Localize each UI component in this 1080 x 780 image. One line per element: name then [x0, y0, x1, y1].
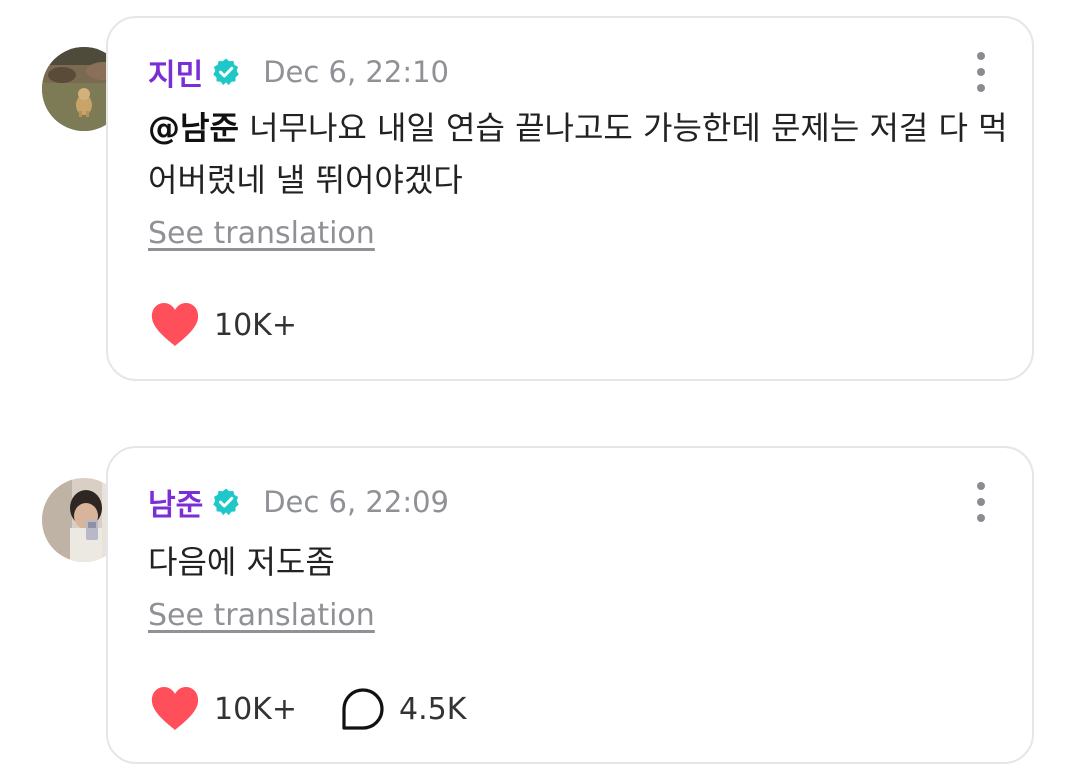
- reaction-bar: 10K+: [150, 300, 297, 350]
- comment-card: 남준 Dec 6, 22:09 다음에 저도좀 See translation …: [106, 446, 1034, 764]
- mention-link[interactable]: @남준: [148, 109, 239, 147]
- comment-timestamp: Dec 6, 22:10: [263, 55, 449, 89]
- comment-text: 다음에 저도좀: [148, 536, 1008, 588]
- see-translation-link[interactable]: See translation: [148, 598, 375, 633]
- like-count: 10K+: [214, 307, 297, 343]
- heart-icon[interactable]: [150, 686, 200, 732]
- reply-bubble-icon[interactable]: [341, 687, 385, 731]
- see-translation-link[interactable]: See translation: [148, 216, 375, 251]
- comment-text: @남준 너무나요 내일 연습 끝나고도 가능한데 문제는 저걸 다 먹어버렸네 …: [148, 102, 1008, 206]
- comment-header: 남준 Dec 6, 22:09: [148, 480, 449, 524]
- comment-body-text: 너무나요 내일 연습 끝나고도 가능한데 문제는 저걸 다 먹어버렸네 낼 뛰어…: [148, 109, 1008, 199]
- author-name[interactable]: 지민: [148, 50, 203, 94]
- author-name[interactable]: 남준: [148, 480, 203, 524]
- like-count: 10K+: [214, 691, 297, 727]
- comment-header: 지민 Dec 6, 22:10: [148, 50, 449, 94]
- comment-timestamp: Dec 6, 22:09: [263, 485, 449, 519]
- reply-count: 4.5K: [398, 691, 467, 727]
- more-options-icon[interactable]: [974, 52, 988, 92]
- heart-icon[interactable]: [150, 302, 200, 348]
- reaction-bar: 10K+ 4.5K: [150, 684, 466, 734]
- verified-badge-icon: [213, 488, 239, 516]
- comment-thread: 지민 Dec 6, 22:10 @남준 너무나요 내일 연습 끝나고도 가능한데…: [0, 0, 1080, 780]
- comment-body-text: 다음에 저도좀: [148, 543, 335, 581]
- more-options-icon[interactable]: [974, 482, 988, 522]
- comment-card: 지민 Dec 6, 22:10 @남준 너무나요 내일 연습 끝나고도 가능한데…: [106, 16, 1034, 381]
- verified-badge-icon: [213, 58, 239, 86]
